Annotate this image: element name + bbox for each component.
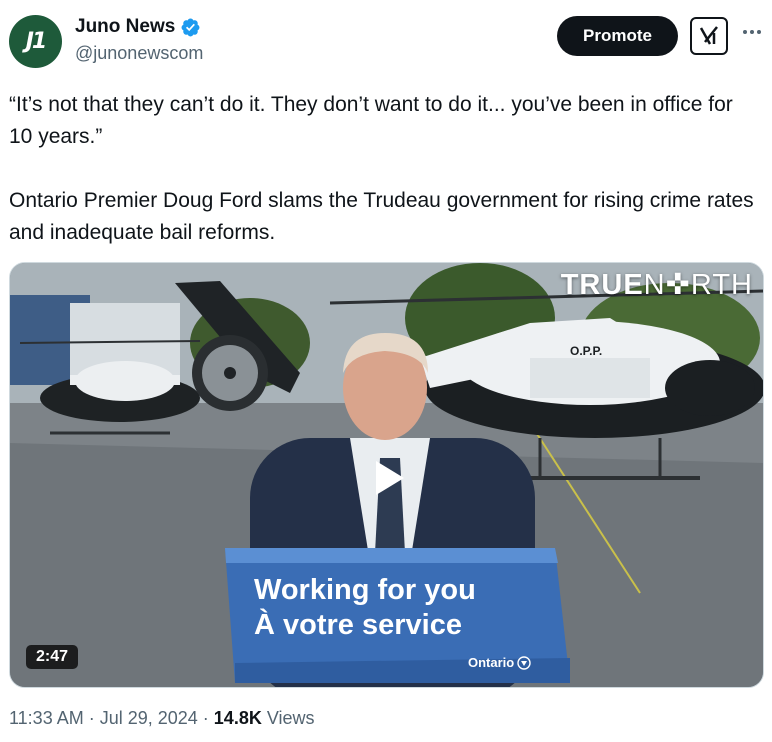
tweet-date[interactable]: Jul 29, 2024 xyxy=(100,708,198,729)
podium-sign: Working for you À votre service xyxy=(254,573,476,643)
grok-icon[interactable] xyxy=(690,17,728,55)
avatar-logo-text: J1 xyxy=(25,29,47,54)
promote-button[interactable]: Promote xyxy=(557,16,678,56)
helicopter-label: O.P.P. xyxy=(570,344,602,358)
watermark-bold: TRUE xyxy=(560,269,644,301)
views-label: Views xyxy=(266,708,315,728)
meta-separator: · xyxy=(202,708,209,728)
tweet-meta: 11:33 AM · Jul 29, 2024 · 14.8K Views xyxy=(9,708,315,729)
tweet-header: J1 Juno News @junonewscom Promote xyxy=(0,0,772,80)
tweet-paragraph-quote: “It’s not that they can’t do it. They do… xyxy=(9,93,733,148)
tweet-paragraph-summary: Ontario Premier Doug Ford slams the Trud… xyxy=(9,189,754,244)
avatar[interactable]: J1 xyxy=(9,15,62,68)
ontario-logo-text: Ontario xyxy=(468,655,515,670)
verified-badge-icon xyxy=(181,18,200,36)
watermark-thin: N✜RTH xyxy=(643,269,753,301)
more-options-icon[interactable] xyxy=(740,22,764,42)
podium-line-french: À votre service xyxy=(254,609,462,641)
author-handle[interactable]: @junonewscom xyxy=(75,43,203,64)
ontario-logo: Ontario xyxy=(468,655,531,670)
trillium-icon xyxy=(517,655,531,670)
tweet-text: “It’s not that they can’t do it. They do… xyxy=(9,89,759,249)
author-name-row: Juno News xyxy=(75,16,201,38)
video-duration-badge: 2:47 xyxy=(26,645,79,669)
meta-separator: · xyxy=(88,708,95,728)
video-player[interactable]: O.P.P. TRUEN✜RTH Working for you À votre… xyxy=(9,262,764,688)
play-icon[interactable] xyxy=(362,453,412,503)
more-dot xyxy=(757,30,761,34)
podium-line-english: Working for you xyxy=(254,574,476,606)
more-dot xyxy=(743,30,747,34)
views-count[interactable]: 14.8K xyxy=(214,708,262,729)
tweet-time[interactable]: 11:33 AM xyxy=(9,708,84,729)
more-dot xyxy=(750,30,754,34)
true-north-watermark: TRUEN✜RTH xyxy=(561,267,753,302)
grok-glyph-icon xyxy=(699,26,718,45)
author-display-name[interactable]: Juno News xyxy=(75,16,175,38)
